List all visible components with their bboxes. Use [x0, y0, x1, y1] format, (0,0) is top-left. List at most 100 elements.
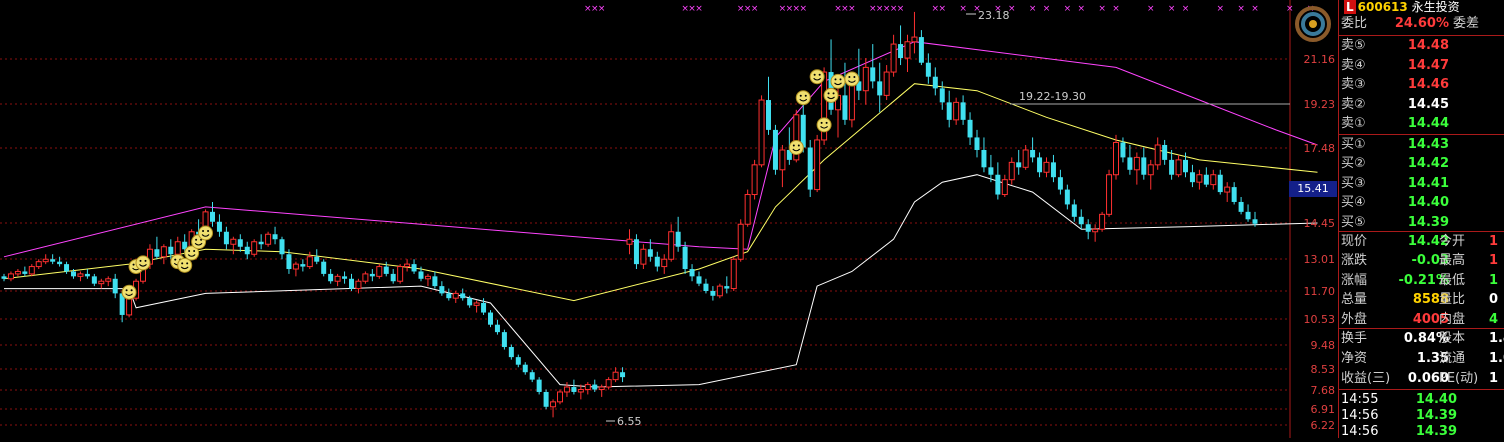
candle [14, 269, 21, 277]
candle [571, 379, 577, 395]
y-tick-label: 8.53 [1311, 363, 1336, 376]
buy-label: 买③ [1341, 175, 1366, 191]
signal-marker: × [1168, 4, 1176, 14]
candle [272, 226, 278, 245]
candle [883, 65, 890, 101]
tick-time: 14:56 [1341, 424, 1379, 439]
candle [1196, 169, 1203, 190]
candle [543, 389, 549, 410]
buy-value: 14.43 [1407, 137, 1449, 152]
smiley-icon [844, 71, 860, 87]
signal-marker: × [848, 4, 856, 14]
stat-row: 涨跌 -0.03 最高 1 [1339, 251, 1504, 271]
candle [1001, 174, 1008, 198]
candle [1133, 152, 1140, 185]
candle [237, 234, 243, 252]
candle [953, 97, 960, 125]
y-tick-label: 9.48 [1311, 339, 1336, 352]
buy-row: 买③ 14.41 [1339, 174, 1504, 194]
smiley-icon [823, 87, 839, 103]
tick-price: 14.39 [1415, 424, 1457, 439]
stat-value2: 1 [1489, 253, 1499, 269]
candle [814, 134, 821, 193]
candle [751, 159, 758, 200]
stat2-label2: 流通 [1439, 351, 1466, 366]
candle [577, 384, 584, 400]
smiley-icon [198, 225, 214, 241]
buy-row: 买② 14.42 [1339, 154, 1504, 174]
candle [460, 288, 466, 301]
candle [494, 319, 500, 335]
signal-marker: × [1029, 4, 1037, 14]
candle [230, 236, 237, 255]
candle [584, 382, 591, 395]
signal-marker: × [1237, 4, 1245, 14]
candle [1071, 199, 1077, 222]
signal-marker: × [1098, 4, 1106, 14]
sell-label: 卖④ [1341, 57, 1366, 73]
candle [807, 139, 813, 198]
smiley-icon [121, 284, 137, 300]
buy-value: 14.39 [1407, 214, 1449, 230]
high-annotation: 23.18 [978, 9, 1010, 22]
candle [42, 254, 49, 265]
logo-icon [1290, 4, 1336, 44]
candle [842, 62, 848, 125]
candle [404, 259, 411, 272]
series-line-1 [3, 83, 1318, 302]
candle [1099, 211, 1106, 232]
candle [689, 264, 695, 282]
candle [696, 271, 702, 287]
smiley-icon [809, 69, 825, 85]
candle [501, 329, 507, 350]
y-tick-label: 10.53 [1304, 313, 1336, 326]
candle [1203, 167, 1209, 188]
sell-label: 卖⑤ [1341, 38, 1366, 53]
candle [1050, 154, 1056, 183]
stat2-value2: 1.4 [1489, 331, 1504, 346]
stat2-label2: PE(动) [1439, 371, 1479, 386]
candle [605, 377, 612, 390]
kline-chart[interactable]: × × × × × × × × × × × × × × × × × × × × × × × × × × × × × × × × × × × × × × × ×… [0, 0, 1338, 438]
signal-marker: × [959, 4, 967, 14]
stat-label2: 量比 [1439, 292, 1466, 308]
stat2-label: 净资 [1341, 351, 1368, 366]
candle [529, 369, 535, 383]
candle [1057, 169, 1063, 195]
smiley-icon [177, 257, 193, 273]
candle [772, 124, 778, 175]
stat2-label: 换手 [1341, 331, 1368, 346]
stat2-value2: 1 [1489, 371, 1499, 386]
y-tick-label: 7.68 [1311, 384, 1336, 397]
candle [862, 58, 869, 105]
quote-panel: 委比 24.60% 委差 卖⑤ 14.48 卖④ 14.47 卖③ 14.46 卖② 14.4… [1338, 0, 1504, 439]
candle [424, 273, 431, 287]
candle [918, 30, 924, 66]
signal-marker: × [1112, 4, 1120, 14]
candle [411, 259, 417, 274]
signal-marker: × [897, 4, 905, 14]
candle [703, 278, 709, 294]
buy-label: 买② [1341, 156, 1366, 172]
candle [1030, 137, 1036, 163]
stat-value2: 1 [1489, 234, 1499, 249]
candle [939, 81, 945, 110]
smiley-icon [830, 73, 846, 89]
tick-row: 14:56 14.39 [1339, 422, 1504, 442]
candle [432, 271, 438, 289]
candle [1147, 159, 1154, 190]
candle [112, 273, 118, 299]
buy-label: 买⑤ [1341, 214, 1366, 230]
smiley-icon [795, 90, 811, 106]
kline-svg[interactable]: × × × × × × × × × × × × × × × × × × × × × × × × × × × × × × × × × × × × × × × ×… [0, 0, 1338, 438]
stat-label: 涨幅 [1341, 272, 1368, 288]
y-tick-label: 6.22 [1311, 419, 1336, 432]
candle [77, 271, 84, 282]
stat2-row: 净资1.35流通1.0 [1339, 349, 1504, 369]
sell-row: 卖③ 14.46 [1339, 75, 1504, 95]
candle [321, 259, 327, 277]
smiley-icon [788, 139, 804, 155]
candle [279, 236, 285, 260]
candle [369, 269, 375, 282]
candle [1162, 139, 1168, 165]
